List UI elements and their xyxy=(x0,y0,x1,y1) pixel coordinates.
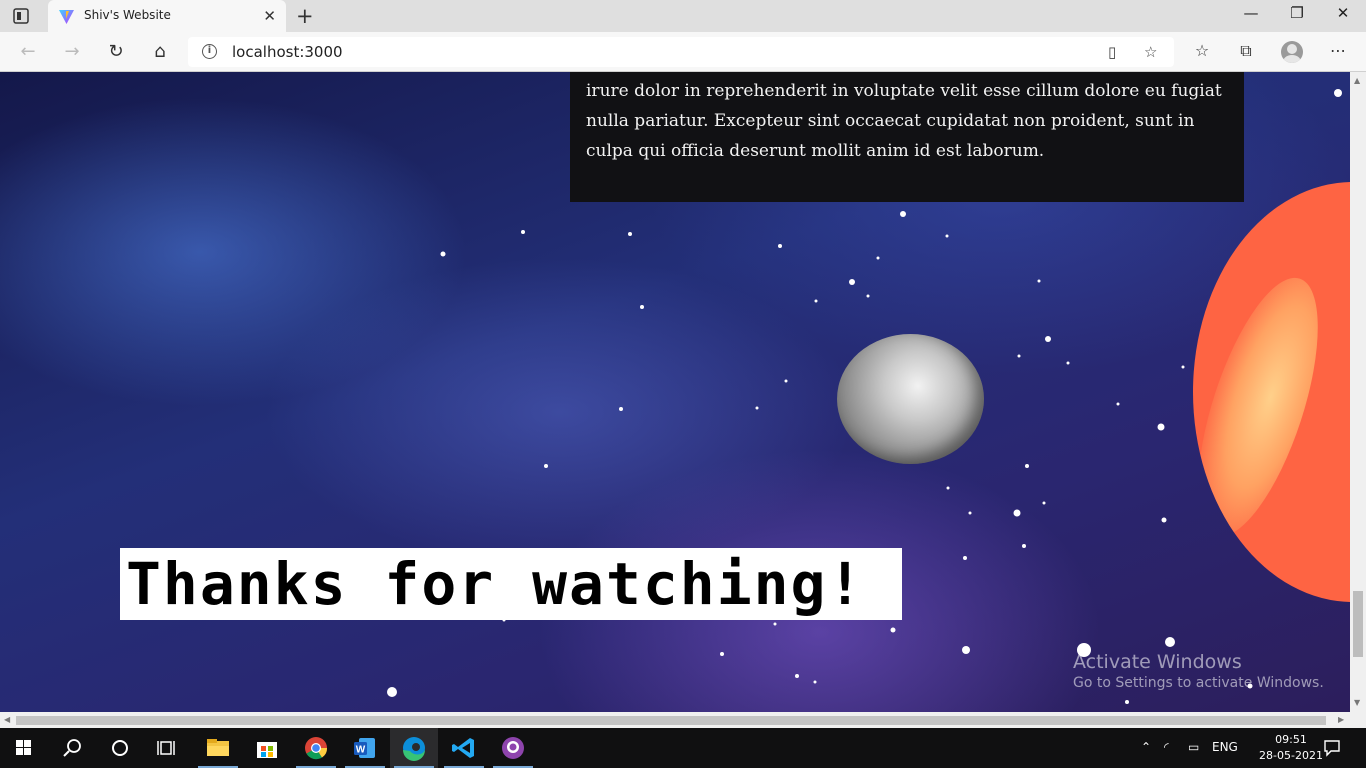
network-icon[interactable]: ◜ xyxy=(1164,740,1169,754)
scroll-down-icon[interactable]: ▼ xyxy=(1354,698,1360,707)
tab-title: Shiv's Website xyxy=(84,8,171,22)
site-info-icon[interactable]: i xyxy=(202,44,217,59)
moon-sphere xyxy=(837,334,984,464)
watermark-title: Activate Windows xyxy=(1073,651,1242,673)
cortana-icon[interactable] xyxy=(96,728,144,768)
address-toolbar: ← → ↻ ⌂ i localhost:3000 ▯ ☆ ☆ ⧉ ⋯ xyxy=(0,32,1366,72)
back-button[interactable]: ← xyxy=(16,40,40,64)
scroll-left-icon[interactable]: ◀ xyxy=(4,715,10,724)
close-window-button[interactable]: ✕ xyxy=(1328,4,1358,22)
start-icon[interactable] xyxy=(0,728,48,768)
search-icon[interactable] xyxy=(48,728,96,768)
watermark-subtitle: Go to Settings to activate Windows. xyxy=(1073,675,1324,691)
task-view-icon[interactable] xyxy=(144,728,192,768)
minimize-button[interactable]: — xyxy=(1236,4,1266,22)
edge-icon[interactable] xyxy=(390,728,438,768)
home-button[interactable]: ⌂ xyxy=(148,40,172,64)
language-indicator[interactable]: ENG xyxy=(1212,740,1238,754)
show-hidden-icons-icon[interactable]: ⌃ xyxy=(1141,740,1151,754)
file-explorer-icon[interactable] xyxy=(194,728,242,768)
page-viewport: irure dolor in reprehenderit in voluptat… xyxy=(0,72,1350,712)
vscode-icon[interactable] xyxy=(440,728,488,768)
address-bar[interactable]: i localhost:3000 ▯ ☆ xyxy=(188,37,1174,67)
collections-icon[interactable]: ⧉ xyxy=(1234,41,1258,61)
clock-date: 28-05-2021 xyxy=(1259,749,1323,762)
favorites-list-icon[interactable]: ☆ xyxy=(1190,41,1214,60)
horizontal-scrollbar[interactable]: ◀ ▶ xyxy=(0,712,1350,728)
tab-close-icon[interactable]: ✕ xyxy=(263,7,276,25)
thanks-heading: Thanks for watching! xyxy=(126,550,865,618)
vertical-scroll-thumb[interactable] xyxy=(1353,591,1363,657)
system-clock[interactable]: 09:51 28-05-2021 xyxy=(1256,732,1326,764)
restore-button[interactable]: ❐ xyxy=(1282,4,1312,22)
scroll-corner xyxy=(1350,712,1366,728)
url-text[interactable]: localhost:3000 xyxy=(232,43,343,61)
thanks-banner: Thanks for watching! xyxy=(120,548,902,620)
profile-icon[interactable] xyxy=(1281,41,1303,63)
new-tab-button[interactable]: + xyxy=(296,4,314,28)
tab-bar: Shiv's Website ✕ + — ❐ ✕ xyxy=(0,0,1366,32)
horizontal-scroll-thumb[interactable] xyxy=(16,716,1326,725)
add-favorite-icon[interactable]: ☆ xyxy=(1144,43,1157,61)
refresh-button[interactable]: ↻ xyxy=(104,40,128,64)
activate-windows-watermark: Activate Windows Go to Settings to activ… xyxy=(1073,651,1324,691)
forward-button[interactable]: → xyxy=(60,40,84,64)
tab-actions-icon[interactable] xyxy=(12,7,30,25)
store-icon[interactable] xyxy=(243,728,291,768)
word-icon[interactable]: W xyxy=(341,728,389,768)
more-icon[interactable]: ⋯ xyxy=(1326,41,1350,60)
browser-tab[interactable]: Shiv's Website ✕ xyxy=(48,0,286,32)
github-desktop-icon[interactable] xyxy=(489,728,537,768)
vertical-scrollbar[interactable]: ▲ ▼ xyxy=(1350,72,1366,712)
scroll-right-icon[interactable]: ▶ xyxy=(1338,715,1344,724)
taskbar: W ⌃ ◜ ▭ ENG 09:51 28-05-2021 xyxy=(0,728,1366,768)
lorem-text-panel: irure dolor in reprehenderit in voluptat… xyxy=(570,72,1244,202)
chrome-icon[interactable] xyxy=(292,728,340,768)
immersive-reader-icon[interactable]: ▯ xyxy=(1108,43,1116,61)
notifications-icon[interactable] xyxy=(1322,738,1342,758)
lorem-paragraph: irure dolor in reprehenderit in voluptat… xyxy=(586,81,1222,161)
scroll-up-icon[interactable]: ▲ xyxy=(1354,76,1360,85)
clock-time: 09:51 xyxy=(1275,733,1307,746)
vite-favicon-icon xyxy=(59,10,74,24)
battery-icon[interactable]: ▭ xyxy=(1188,740,1199,754)
svg-text:W: W xyxy=(356,745,366,756)
